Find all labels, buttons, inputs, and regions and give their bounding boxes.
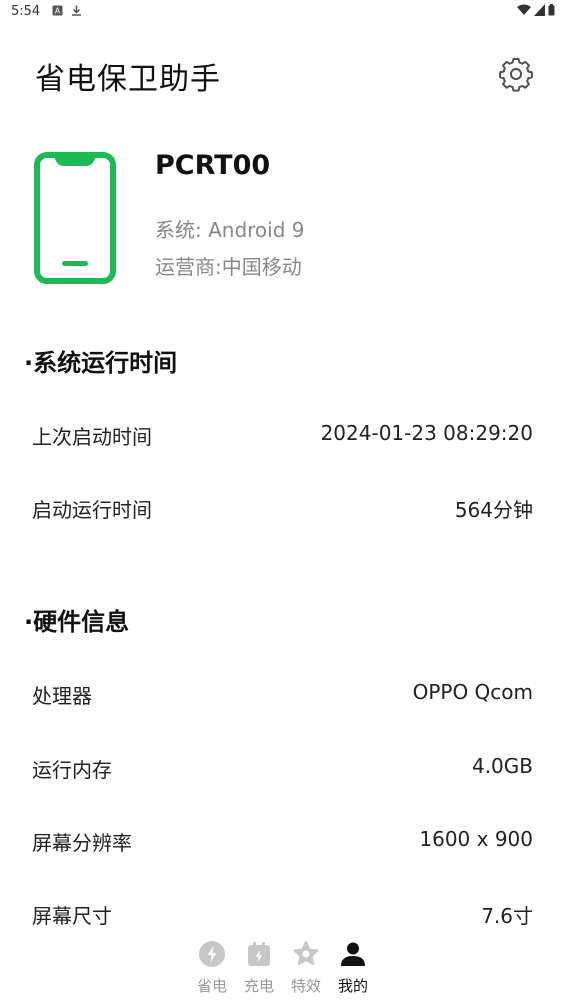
row-value-resolution: 1600 x 900 (419, 827, 533, 851)
device-os-version: 系统: Android 9 (155, 218, 305, 242)
nav-label-power-saving: 省电 (196, 977, 227, 995)
row-label-ram: 运行内存 (32, 758, 112, 782)
svg-text:A: A (55, 7, 61, 16)
status-icons (517, 4, 555, 16)
section-title-runtime: ·系统运行时间 (24, 349, 178, 377)
row-value-processor: OPPO Qcom (412, 680, 533, 704)
person-icon (341, 942, 365, 966)
settings-gear-icon[interactable] (497, 55, 535, 93)
row-value-uptime: 564分钟 (454, 498, 533, 522)
device-model: PCRT00 (155, 150, 271, 181)
row-label-uptime: 启动运行时间 (32, 498, 152, 522)
nav-item-effects[interactable]: 特效 (284, 940, 328, 996)
row-value-last-boot: 2024-01-23 08:29:20 (320, 421, 533, 445)
nav-label-charging: 充电 (243, 977, 274, 995)
row-label-screen-size: 屏幕尺寸 (32, 904, 112, 928)
lightning-icon (199, 941, 225, 967)
row-label-processor: 处理器 (32, 684, 92, 708)
nav-label-mine: 我的 (337, 977, 368, 995)
wifi-icon (517, 4, 531, 15)
nav-item-power-saving[interactable]: 省电 (190, 940, 234, 996)
nav-label-effects: 特效 (290, 977, 321, 995)
row-label-last-boot: 上次启动时间 (32, 425, 152, 449)
download-icon (72, 5, 81, 16)
section-title-hardware: ·硬件信息 (24, 608, 130, 636)
row-value-ram: 4.0GB (471, 754, 533, 778)
battery-icon (548, 4, 555, 16)
page-title: 省电保卫助手 (35, 62, 221, 97)
phone-icon (34, 152, 116, 284)
notification-app-icon: A (52, 5, 63, 16)
row-label-resolution: 屏幕分辨率 (32, 831, 132, 855)
star-icon (293, 941, 319, 965)
nav-item-charging[interactable]: 充电 (237, 940, 281, 996)
status-time: 5:54 (11, 4, 41, 19)
device-carrier: 运营商:中国移动 (155, 255, 302, 279)
signal-icon (534, 4, 545, 16)
calendar-icon (248, 942, 270, 966)
row-value-screen-size: 7.6寸 (481, 904, 533, 928)
nav-item-mine[interactable]: 我的 (331, 940, 375, 996)
